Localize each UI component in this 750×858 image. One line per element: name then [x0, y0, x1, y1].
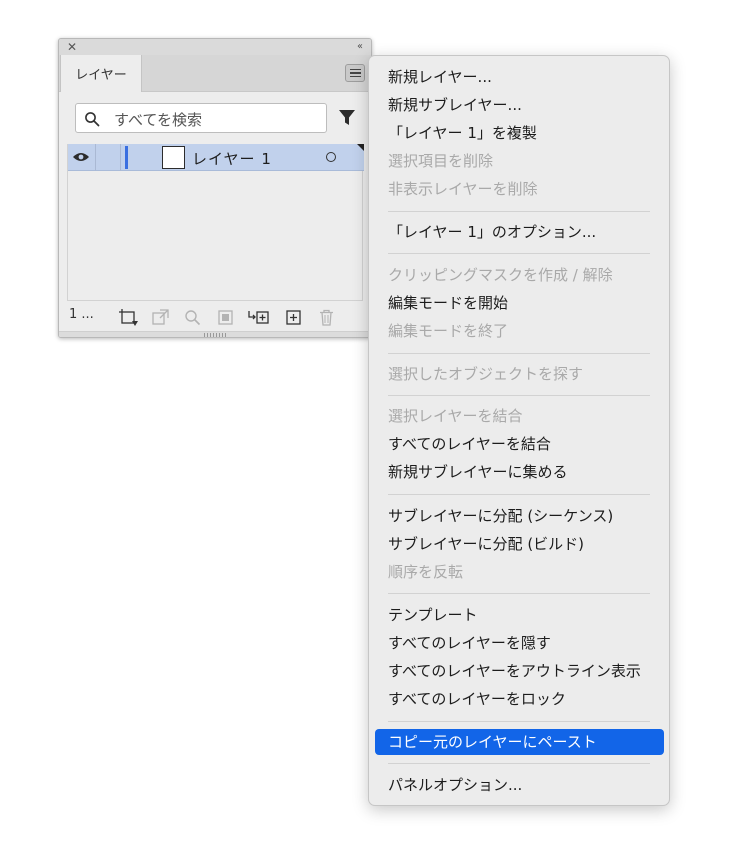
search-placeholder: すべてを検索 — [114, 111, 203, 129]
menu-item-release-build[interactable]: サブレイヤーに分配 (ビルド) — [375, 531, 664, 557]
trash-icon — [320, 309, 333, 326]
menu-item-template[interactable]: テンプレート — [375, 602, 664, 628]
menu-separator — [388, 353, 650, 354]
column-divider — [95, 144, 96, 171]
menu-item-delete-hidden-layers: 非表示レイヤーを削除 — [388, 180, 538, 198]
locate-object-icon — [185, 310, 201, 326]
artboard-collect-icon[interactable] — [119, 309, 139, 327]
layer-name[interactable]: レイヤー 1 — [192, 148, 272, 169]
new-layer-icon[interactable] — [285, 309, 302, 326]
menu-separator — [388, 721, 650, 722]
menu-item-layer-options[interactable]: 「レイヤー 1」のオプション... — [375, 219, 664, 245]
menu-item-hide-all-layers[interactable]: すべてのレイヤーを隠す — [375, 630, 664, 656]
selection-corner-indicator — [357, 144, 364, 151]
menu-item-new-sublayer[interactable]: 新規サブレイヤー... — [375, 92, 664, 118]
menu-item-enter-isolation[interactable]: 編集モードを開始 — [375, 290, 664, 316]
search-input[interactable]: すべてを検索 — [75, 103, 327, 133]
panel-footer: 1 ... — [59, 301, 371, 331]
export-icon — [152, 309, 169, 325]
menu-item-new-layer[interactable]: 新規レイヤー... — [375, 64, 664, 90]
layers-panel-menu: 新規レイヤー... 新規サブレイヤー... 「レイヤー 1」を複製 選択項目を削… — [368, 55, 670, 806]
menu-item-delete-selection: 選択項目を削除 — [388, 152, 494, 170]
menu-item-outline-all-layers[interactable]: すべてのレイヤーをアウトライン表示 — [375, 658, 664, 684]
target-circle-icon[interactable] — [326, 152, 336, 162]
menu-item-locate-object: 選択したオブジェクトを探す — [388, 365, 584, 383]
layers-panel: ✕ ‹‹ レイヤー すべてを検索 レイヤー 1 1 ... — [58, 38, 372, 338]
menu-separator — [388, 763, 650, 764]
menu-item-clipping-mask: クリッピングマスクを作成 / 解除 — [388, 266, 613, 284]
panel-menu-button[interactable] — [345, 64, 365, 82]
menu-item-reverse-order: 順序を反転 — [388, 563, 464, 581]
panel-tab-strip: レイヤー — [59, 55, 371, 92]
menu-item-collect-in-new-layer[interactable]: 新規サブレイヤーに集める — [375, 459, 664, 485]
menu-item-lock-all-layers[interactable]: すべてのレイヤーをロック — [375, 686, 664, 712]
menu-item-merge-selected: 選択レイヤーを結合 — [388, 407, 523, 425]
grip-icon — [204, 333, 226, 337]
panel-body: すべてを検索 レイヤー 1 1 ... — [59, 92, 371, 337]
collapse-icon[interactable]: ‹‹ — [357, 40, 363, 54]
layer-count: 1 ... — [69, 307, 94, 322]
search-icon — [85, 112, 100, 127]
panel-resize-handle[interactable] — [59, 331, 371, 337]
clipping-mask-icon — [218, 310, 233, 325]
hamburger-icon — [349, 68, 361, 71]
menu-separator — [388, 395, 650, 396]
menu-item-exit-isolation: 編集モードを終了 — [388, 322, 509, 340]
menu-separator — [388, 211, 650, 212]
column-divider — [120, 144, 121, 171]
tab-layers[interactable]: レイヤー — [60, 55, 142, 92]
layer-color-bar — [125, 146, 128, 169]
layer-thumbnail — [162, 146, 185, 169]
menu-item-flatten-artwork[interactable]: すべてのレイヤーを結合 — [375, 431, 664, 457]
new-sublayer-icon[interactable] — [248, 309, 270, 326]
menu-item-panel-options[interactable]: パネルオプション... — [375, 772, 664, 798]
close-icon[interactable]: ✕ — [67, 40, 77, 54]
filter-icon[interactable] — [338, 109, 356, 127]
menu-item-duplicate-layer[interactable]: 「レイヤー 1」を複製 — [375, 120, 664, 146]
menu-separator — [388, 494, 650, 495]
menu-item-paste-remembers-layers[interactable]: コピー元のレイヤーにペースト — [375, 729, 664, 755]
layer-row[interactable]: レイヤー 1 — [68, 144, 364, 171]
menu-separator — [388, 253, 650, 254]
panel-title-bar: ✕ ‹‹ — [59, 39, 371, 55]
layer-list: レイヤー 1 — [67, 144, 364, 301]
menu-separator — [388, 593, 650, 594]
eye-icon[interactable] — [72, 151, 90, 163]
menu-item-release-sequence[interactable]: サブレイヤーに分配 (シーケンス) — [375, 503, 664, 529]
